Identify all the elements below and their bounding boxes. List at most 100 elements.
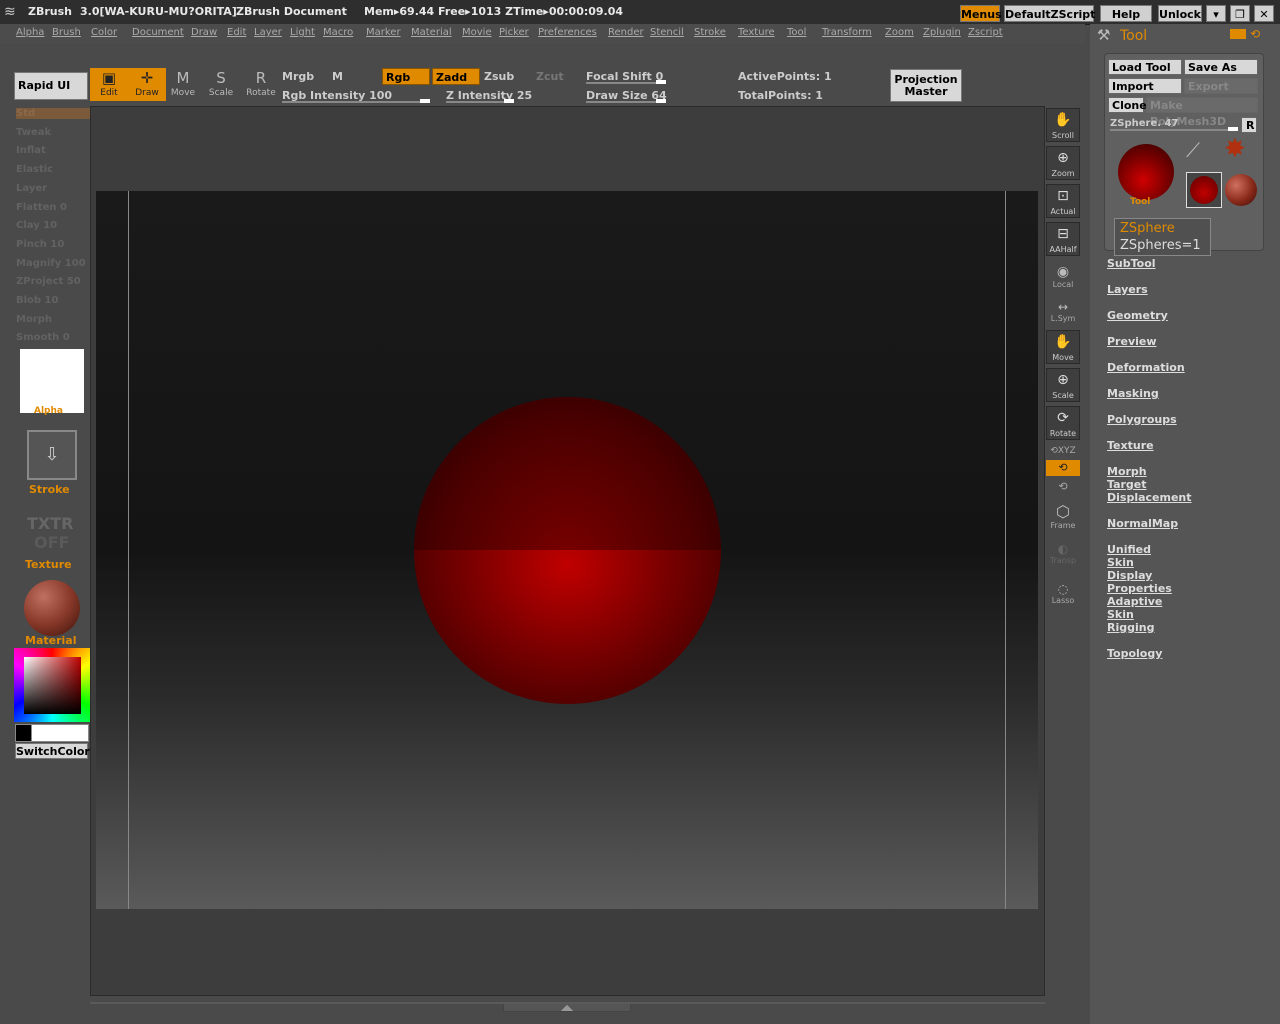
- z-intensity-track[interactable]: [446, 99, 514, 103]
- menu-zplugin[interactable]: Zplugin: [923, 27, 961, 38]
- transp-button[interactable]: ◐ Transp: [1046, 542, 1080, 565]
- r-button[interactable]: R: [1241, 117, 1257, 133]
- star-tool-icon[interactable]: ✸: [1224, 134, 1246, 164]
- help-button[interactable]: Help: [1100, 5, 1152, 22]
- menu-picker[interactable]: Picker: [499, 27, 529, 38]
- rotate-button[interactable]: R Rotate: [242, 68, 280, 101]
- tool-menu-preview[interactable]: Preview: [1107, 335, 1157, 348]
- canvas-scroll-handle[interactable]: ◢◣: [503, 1003, 631, 1012]
- brush-item[interactable]: Elastic: [16, 164, 53, 175]
- tool-menu-displacement[interactable]: Displacement: [1107, 491, 1192, 504]
- texture-label[interactable]: Texture: [25, 558, 72, 571]
- scale-view-button[interactable]: ⊕ Scale: [1046, 368, 1080, 402]
- secondary-color-swatch[interactable]: [31, 724, 89, 742]
- menu-texture[interactable]: Texture: [738, 27, 775, 38]
- save-as-button[interactable]: Save As: [1184, 59, 1258, 75]
- tool-menu-polygroups[interactable]: Polygroups: [1107, 413, 1177, 426]
- brush-item[interactable]: Tweak: [16, 127, 51, 138]
- rapid-ui-button[interactable]: Rapid UI: [14, 72, 88, 100]
- zsphere-slider-label[interactable]: ZSphere. 47: [1110, 118, 1178, 129]
- tool-dropdown-label[interactable]: Tool: [1130, 197, 1150, 207]
- zsphere-tool-thumb[interactable]: [1186, 172, 1222, 208]
- actual-button[interactable]: ⊡ Actual: [1046, 184, 1080, 218]
- tool-menu-masking[interactable]: Masking: [1107, 387, 1159, 400]
- switch-color-button[interactable]: SwitchColor: [15, 743, 90, 759]
- menu-movie[interactable]: Movie: [462, 27, 492, 38]
- export-button[interactable]: Export: [1184, 78, 1258, 94]
- local-button[interactable]: ◉ Local: [1046, 264, 1080, 289]
- brush-item[interactable]: ZProject 50: [16, 276, 81, 287]
- scale-button[interactable]: S Scale: [202, 68, 240, 101]
- zoom-button[interactable]: ⊕ Zoom: [1046, 146, 1080, 180]
- menu-preferences[interactable]: Preferences: [538, 27, 597, 38]
- menu-layer[interactable]: Layer: [254, 27, 282, 38]
- zcut-toggle[interactable]: Zcut: [536, 70, 564, 83]
- menu-brush[interactable]: Brush: [52, 27, 81, 38]
- menu-document[interactable]: Document: [132, 27, 184, 38]
- brush-item[interactable]: Morph: [16, 314, 52, 325]
- menu-render[interactable]: Render: [608, 27, 644, 38]
- tool-menu-topology[interactable]: Topology: [1107, 647, 1162, 660]
- aahalf-button[interactable]: ⊟ AAHalf: [1046, 222, 1080, 256]
- sphere-tool-thumb[interactable]: [1225, 174, 1257, 206]
- zsphere-model[interactable]: [414, 397, 721, 704]
- alpha-label[interactable]: Alpha: [34, 406, 63, 416]
- close-icon[interactable]: ✕: [1254, 5, 1274, 22]
- tool-menu-layers[interactable]: Layers: [1107, 283, 1148, 296]
- menu-draw[interactable]: Draw: [191, 27, 217, 38]
- material-sphere[interactable]: [24, 580, 80, 636]
- rotate-view-button[interactable]: ⟳ Rotate: [1046, 406, 1080, 440]
- rgb-intensity-track[interactable]: [282, 99, 430, 103]
- brush-item[interactable]: Magnify 100: [16, 258, 86, 269]
- lasso-button[interactable]: ◌ Lasso: [1046, 582, 1080, 605]
- minimize-icon[interactable]: ▾: [1206, 5, 1226, 22]
- tool-menu-morph-target[interactable]: Morph Target: [1107, 465, 1147, 491]
- menu-transform[interactable]: Transform: [822, 27, 872, 38]
- edit-button[interactable]: ▣ Edit: [90, 68, 128, 101]
- move-view-button[interactable]: ✋ Move: [1046, 330, 1080, 364]
- scroll-button[interactable]: ✋ Scroll: [1046, 108, 1080, 142]
- tool-menu-subtool[interactable]: SubTool: [1107, 257, 1156, 270]
- palette-refresh-icon[interactable]: ⟲: [1250, 27, 1260, 41]
- brush-item[interactable]: Smooth 0: [16, 332, 70, 343]
- projection-master-button[interactable]: Projection Master: [890, 69, 962, 102]
- xyz-rotation-toggle[interactable]: ⟲XYZ: [1046, 446, 1080, 456]
- tool-menu-texture[interactable]: Texture: [1107, 439, 1154, 452]
- menus-button[interactable]: Menus: [960, 5, 1002, 22]
- zadd-toggle[interactable]: Zadd: [432, 68, 480, 85]
- z-rotation-toggle[interactable]: ⟲: [1046, 480, 1080, 493]
- load-tool-button[interactable]: Load Tool: [1108, 59, 1182, 75]
- menu-zscript[interactable]: Zscript: [968, 27, 1003, 38]
- lsym-button[interactable]: ↔ L.Sym: [1046, 300, 1080, 323]
- tool-menu-deformation[interactable]: Deformation: [1107, 361, 1185, 374]
- brush-item[interactable]: Clay 10: [16, 220, 57, 231]
- tool-menu-adaptive-skin[interactable]: Adaptive Skin: [1107, 595, 1162, 621]
- default-zscript-button[interactable]: DefaultZScript: [1004, 5, 1095, 22]
- brush-item[interactable]: Inflat: [16, 145, 46, 156]
- menu-alpha[interactable]: Alpha: [16, 27, 44, 38]
- zsub-toggle[interactable]: Zsub: [484, 70, 514, 83]
- unlock-button[interactable]: Unlock: [1158, 5, 1202, 22]
- brush-item[interactable]: Pinch 10: [16, 239, 64, 250]
- tool-menu-normalmap[interactable]: NormalMap: [1107, 517, 1178, 530]
- brush-item[interactable]: Flatten 0: [16, 202, 67, 213]
- tool-menu-geometry[interactable]: Geometry: [1107, 309, 1168, 322]
- mrgb-toggle[interactable]: Mrgb: [282, 70, 314, 83]
- tool-menu-unified-skin[interactable]: Unified Skin: [1107, 543, 1151, 569]
- menu-macro[interactable]: Macro: [323, 27, 353, 38]
- material-label[interactable]: Material: [25, 634, 76, 647]
- draw-button[interactable]: ✛ Draw: [128, 68, 166, 101]
- brush-item[interactable]: Layer: [16, 183, 47, 194]
- rgb-toggle[interactable]: Rgb: [382, 68, 430, 85]
- menu-edit[interactable]: Edit: [227, 27, 246, 38]
- clone-button[interactable]: Clone: [1108, 97, 1147, 113]
- menu-material[interactable]: Material: [411, 27, 452, 38]
- focal-shift-track[interactable]: [586, 80, 666, 84]
- color-picker-square[interactable]: [24, 657, 81, 714]
- stroke-thumbnail[interactable]: ⇩: [27, 430, 77, 480]
- zsphere-slider-track[interactable]: [1110, 127, 1238, 131]
- y-rotation-toggle[interactable]: ⟲: [1046, 460, 1080, 476]
- menu-marker[interactable]: Marker: [366, 27, 401, 38]
- alpha-thumbnail[interactable]: [20, 349, 84, 413]
- brush-item[interactable]: Blob 10: [16, 295, 58, 306]
